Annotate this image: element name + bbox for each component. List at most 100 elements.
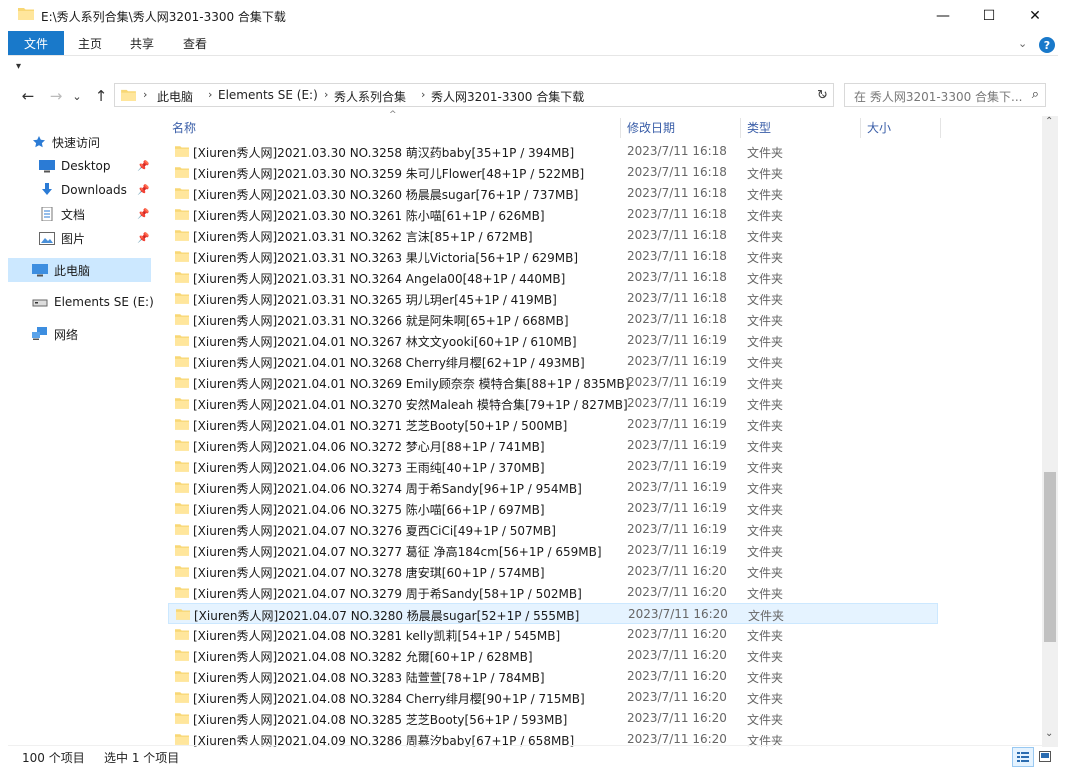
tab-view[interactable]: 查看: [183, 31, 207, 55]
file-date: 2023/7/11 16:19: [627, 354, 727, 368]
table-row[interactable]: [Xiuren秀人网]2021.03.30 NO.3260 杨晨晨sugar[7…: [168, 183, 938, 204]
vertical-scrollbar[interactable]: ⌃ ⌄: [1042, 116, 1058, 747]
tab-file[interactable]: 文件: [8, 31, 64, 55]
minimize-button[interactable]: —: [920, 0, 966, 31]
pin-icon[interactable]: 📌: [137, 209, 149, 220]
table-row[interactable]: [Xiuren秀人网]2021.04.08 NO.3284 Cherry绯月樱[…: [168, 687, 938, 708]
folder-icon: [175, 167, 189, 178]
table-row[interactable]: [Xiuren秀人网]2021.03.31 NO.3263 果儿Victoria…: [168, 246, 938, 267]
breadcrumb-series[interactable]: 秀人系列合集: [334, 88, 406, 105]
column-header-size[interactable]: 大小: [867, 116, 891, 138]
address-bar[interactable]: › 此电脑 › Elements SE (E:) › 秀人系列合集 › 秀人网3…: [114, 83, 834, 107]
nav-quick-access[interactable]: 快速访问: [32, 131, 100, 153]
window-title: E:\秀人系列合集\秀人网3201-3300 合集下载: [41, 10, 286, 24]
table-row[interactable]: [Xiuren秀人网]2021.04.01 NO.3270 安然Maleah 模…: [168, 393, 938, 414]
scrollbar-thumb[interactable]: [1044, 472, 1056, 642]
folder-icon: [175, 314, 189, 325]
table-row[interactable]: [Xiuren秀人网]2021.04.01 NO.3267 林文文yooki[6…: [168, 330, 938, 351]
table-row[interactable]: [Xiuren秀人网]2021.04.08 NO.3285 芝芝Booty[56…: [168, 708, 938, 729]
table-row[interactable]: [Xiuren秀人网]2021.04.06 NO.3274 周于希Sandy[9…: [168, 477, 938, 498]
breadcrumb-separator: ›: [208, 88, 213, 101]
tab-share[interactable]: 共享: [130, 31, 154, 55]
column-header-type[interactable]: 类型: [747, 116, 771, 138]
table-row[interactable]: [Xiuren秀人网]2021.04.07 NO.3280 杨晨晨sugar[5…: [168, 603, 938, 624]
desktop-icon: [39, 159, 55, 172]
column-divider[interactable]: [940, 118, 941, 138]
maximize-button[interactable]: ☐: [966, 0, 1012, 31]
ribbon-expand-icon[interactable]: ⌄: [1018, 37, 1027, 50]
folder-icon: [175, 461, 189, 472]
file-type: 文件夹: [747, 356, 784, 370]
search-placeholder: 在 秀人网3201-3300 合集下...: [854, 90, 1023, 104]
network-icon: [32, 327, 47, 340]
column-divider[interactable]: [860, 118, 861, 138]
forward-button[interactable]: →: [46, 86, 66, 106]
title-bar[interactable]: E:\秀人系列合集\秀人网3201-3300 合集下载 — ☐ ✕: [8, 0, 1058, 31]
refresh-button[interactable]: ↻: [812, 83, 834, 107]
file-type: 文件夹: [747, 482, 784, 496]
nav-documents[interactable]: 文档 📌: [39, 203, 169, 225]
breadcrumb-this-pc[interactable]: 此电脑: [157, 88, 193, 105]
table-row[interactable]: [Xiuren秀人网]2021.03.31 NO.3264 Angela00[4…: [168, 267, 938, 288]
column-header-name[interactable]: 名称: [172, 116, 196, 138]
large-icons-view-icon: [1039, 750, 1051, 762]
large-icons-view-button[interactable]: [1035, 747, 1055, 765]
quick-access-toolbar-dropdown[interactable]: ▾: [16, 61, 21, 72]
scroll-up-icon[interactable]: ⌃: [1045, 116, 1053, 127]
table-row[interactable]: [Xiuren秀人网]2021.03.30 NO.3259 朱可儿Flower[…: [168, 162, 938, 183]
table-row[interactable]: [Xiuren秀人网]2021.04.01 NO.3271 芝芝Booty[50…: [168, 414, 938, 435]
back-button[interactable]: ←: [18, 86, 38, 106]
file-name: [Xiuren秀人网]2021.04.01 NO.3269 Emily顾奈奈 模…: [193, 377, 630, 391]
nav-desktop[interactable]: Desktop 📌: [39, 155, 169, 177]
status-item-count: 100 个项目: [22, 751, 85, 765]
table-row[interactable]: [Xiuren秀人网]2021.04.08 NO.3282 允爾[60+1P /…: [168, 645, 938, 666]
column-header-date[interactable]: 修改日期: [627, 116, 675, 138]
table-row[interactable]: [Xiuren秀人网]2021.04.06 NO.3275 陈小喵[66+1P …: [168, 498, 938, 519]
nav-downloads[interactable]: Downloads 📌: [39, 179, 169, 201]
recent-locations-button[interactable]: ⌄: [70, 86, 84, 106]
scroll-down-icon[interactable]: ⌄: [1045, 728, 1053, 739]
up-button[interactable]: ↑: [91, 86, 111, 106]
breadcrumb-drive[interactable]: Elements SE (E:): [218, 88, 318, 102]
table-row[interactable]: [Xiuren秀人网]2021.03.30 NO.3258 萌汉药baby[35…: [168, 141, 938, 162]
table-row[interactable]: [Xiuren秀人网]2021.04.08 NO.3283 陆萱萱[78+1P …: [168, 666, 938, 687]
nav-pictures[interactable]: 图片 📌: [39, 227, 169, 249]
pin-icon[interactable]: 📌: [137, 161, 149, 172]
file-date: 2023/7/11 16:18: [627, 228, 727, 242]
table-row[interactable]: [Xiuren秀人网]2021.04.07 NO.3277 葛征 净高184cm…: [168, 540, 938, 561]
column-divider[interactable]: [740, 118, 741, 138]
tab-home[interactable]: 主页: [78, 31, 102, 55]
table-row[interactable]: [Xiuren秀人网]2021.04.06 NO.3272 梦心月[88+1P …: [168, 435, 938, 456]
file-name: [Xiuren秀人网]2021.04.08 NO.3285 芝芝Booty[56…: [193, 713, 568, 727]
pin-icon[interactable]: 📌: [137, 233, 149, 244]
table-row[interactable]: [Xiuren秀人网]2021.04.01 NO.3269 Emily顾奈奈 模…: [168, 372, 938, 393]
table-row[interactable]: [Xiuren秀人网]2021.04.07 NO.3276 夏西CiCi[49+…: [168, 519, 938, 540]
file-date: 2023/7/11 16:19: [627, 396, 727, 410]
status-divider: [8, 745, 1058, 746]
table-row[interactable]: [Xiuren秀人网]2021.04.08 NO.3281 kelly凯莉[54…: [168, 624, 938, 645]
nav-drive[interactable]: Elements SE (E:): [32, 291, 154, 313]
close-button[interactable]: ✕: [1012, 0, 1058, 31]
pin-icon[interactable]: 📌: [137, 185, 149, 196]
table-row[interactable]: [Xiuren秀人网]2021.03.31 NO.3265 玥儿玥er[45+1…: [168, 288, 938, 309]
star-icon: [33, 136, 45, 148]
nav-this-pc[interactable]: 此电脑: [32, 259, 90, 281]
search-box[interactable]: 在 秀人网3201-3300 合集下... ⌕: [844, 83, 1046, 107]
table-row[interactable]: [Xiuren秀人网]2021.04.07 NO.3278 唐安琪[60+1P …: [168, 561, 938, 582]
file-list: [Xiuren秀人网]2021.03.30 NO.3258 萌汉药baby[35…: [168, 141, 1038, 747]
details-view-button[interactable]: [1012, 747, 1034, 767]
table-row[interactable]: [Xiuren秀人网]2021.03.30 NO.3261 陈小喵[61+1P …: [168, 204, 938, 225]
table-row[interactable]: [Xiuren秀人网]2021.04.01 NO.3268 Cherry绯月樱[…: [168, 351, 938, 372]
table-row[interactable]: [Xiuren秀人网]2021.03.31 NO.3266 就是阿朱啊[65+1…: [168, 309, 938, 330]
folder-icon: [175, 650, 189, 661]
breadcrumb-current[interactable]: 秀人网3201-3300 合集下载: [431, 88, 584, 105]
table-row[interactable]: [Xiuren秀人网]2021.04.06 NO.3273 王雨纯[40+1P …: [168, 456, 938, 477]
file-name: [Xiuren秀人网]2021.04.01 NO.3271 芝芝Booty[50…: [193, 419, 568, 433]
search-icon[interactable]: ⌕: [1032, 87, 1039, 102]
table-row[interactable]: [Xiuren秀人网]2021.03.31 NO.3262 言沫[85+1P /…: [168, 225, 938, 246]
nav-network[interactable]: 网络: [32, 323, 78, 345]
file-date: 2023/7/11 16:20: [627, 648, 727, 662]
help-icon[interactable]: ?: [1039, 37, 1055, 53]
column-divider[interactable]: [620, 118, 621, 138]
table-row[interactable]: [Xiuren秀人网]2021.04.07 NO.3279 周于希Sandy[5…: [168, 582, 938, 603]
